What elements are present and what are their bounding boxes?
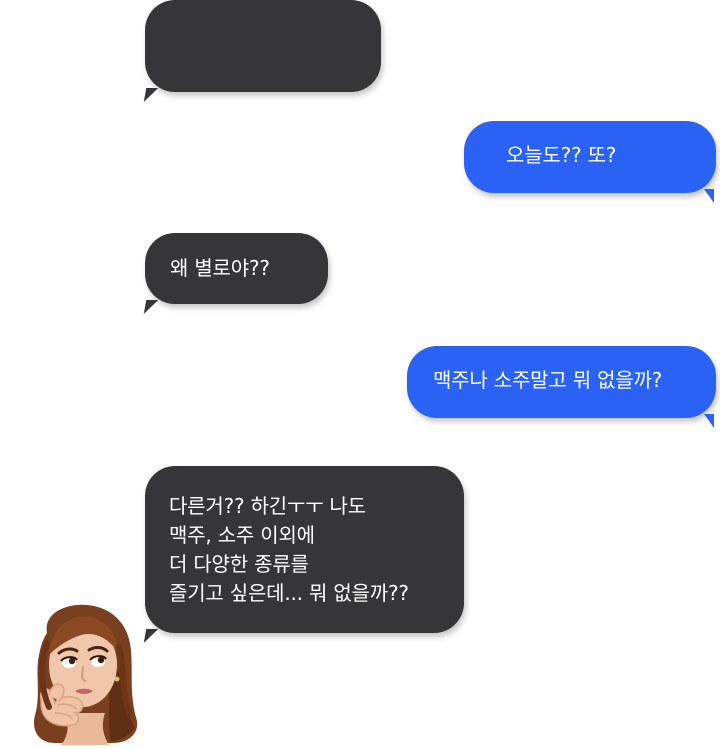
bubble-tail [704,414,714,428]
message-text: 맥주나 소주말고 뭐 없을까? [433,368,663,392]
bubble-tail [143,88,159,102]
outgoing-message-bubble: 맥주나 소주말고 뭐 없을까? [407,346,716,428]
outgoing-message-bubble: 오늘도?? 또? [464,121,716,203]
message-text: 왜 별로야?? [170,256,270,280]
incoming-message-bubble: 다른거?? 하긴ㅜㅜ 나도 맥주, 소주 이외에 더 다양한 종류를 즐기고 싶… [143,466,464,643]
message-text: 다른거?? 하긴ㅜㅜ 나도 맥주, 소주 이외에 더 다양한 종류를 즐기고 싶… [169,494,409,605]
memoji-thinking-woman-icon [25,603,143,745]
bubble-tail [704,189,714,203]
incoming-message-bubble: 왜 별로야?? [143,233,328,314]
bubble-tail [143,300,159,314]
incoming-message-bubble [143,0,381,102]
message-text: 오늘도?? 또? [506,143,617,167]
bubble-tail [143,629,159,643]
